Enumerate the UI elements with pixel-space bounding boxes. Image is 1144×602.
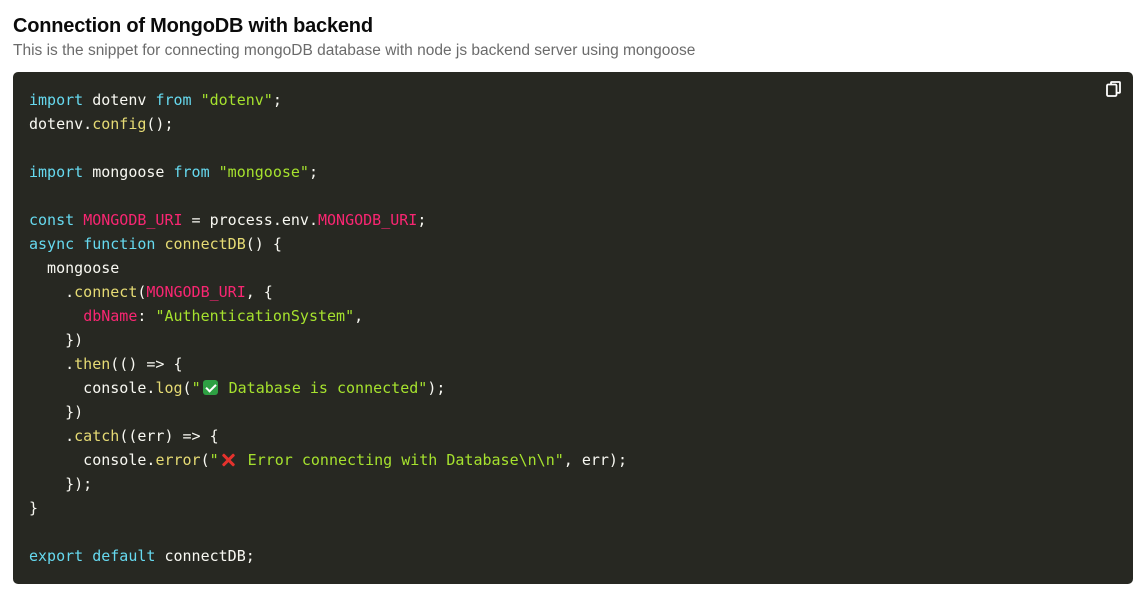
code-token: then xyxy=(74,355,111,373)
code-token: } xyxy=(29,499,39,517)
code-token: "dotenv" xyxy=(200,91,273,109)
code-token: , { xyxy=(245,283,273,301)
code-token: from xyxy=(173,163,210,181)
code-token: Database is connected" xyxy=(219,379,428,397)
check-mark-icon xyxy=(202,380,218,395)
code-token: () { xyxy=(245,235,282,253)
code-line: dbName: "AuthenticationSystem", xyxy=(29,304,627,328)
code-token: . xyxy=(29,283,75,301)
code-token: : xyxy=(137,307,156,325)
code-line: mongoose xyxy=(29,256,627,280)
code-line: console.error(" Error connecting with Da… xyxy=(29,448,627,472)
code-token: ; xyxy=(272,91,282,109)
code-panel[interactable]: import dotenv from "dotenv"; dotenv.confi… xyxy=(13,72,1133,584)
code-token: = process.env. xyxy=(182,211,318,229)
code-line: console.log(" Database is connected"); xyxy=(29,376,627,400)
code-token: dotenv. xyxy=(29,115,93,133)
code-token: . xyxy=(29,427,75,445)
code-token: }); xyxy=(29,475,93,493)
code-line: async function connectDB() { xyxy=(29,232,627,256)
code-block[interactable]: import dotenv from "dotenv"; dotenv.confi… xyxy=(29,88,627,568)
code-line: .then(() => { xyxy=(29,352,627,376)
code-token: MONGODB_URI xyxy=(83,211,183,229)
snippet-title: Connection of MongoDB with backend xyxy=(13,15,373,37)
code-token: import xyxy=(29,91,84,109)
code-line: .catch((err) => { xyxy=(29,424,627,448)
code-token: console. xyxy=(29,451,156,469)
code-token: dotenv xyxy=(83,91,156,109)
code-token: connectDB xyxy=(164,235,246,253)
code-token: console. xyxy=(29,379,156,397)
code-token: , xyxy=(354,307,364,325)
code-token: connectDB; xyxy=(155,547,255,565)
code-line: }) xyxy=(29,328,627,352)
cross-mark-icon xyxy=(221,452,236,467)
code-token: ; xyxy=(417,211,427,229)
code-token: MONGODB_URI xyxy=(318,211,418,229)
code-token: . xyxy=(29,355,75,373)
code-token: (() => { xyxy=(110,355,183,373)
code-token: , err); xyxy=(563,451,627,469)
code-line: }); xyxy=(29,472,627,496)
copy-button[interactable] xyxy=(1105,80,1123,98)
code-token: }) xyxy=(29,331,84,349)
code-line: import mongoose from "mongoose"; xyxy=(29,160,627,184)
code-line: } xyxy=(29,496,627,520)
code-token: config xyxy=(92,115,147,133)
code-token: default xyxy=(92,547,156,565)
code-line: dotenv.config(); xyxy=(29,112,627,136)
code-token: const xyxy=(29,211,75,229)
code-token: export xyxy=(29,547,84,565)
code-token: connect xyxy=(74,283,138,301)
code-token: ( xyxy=(200,451,210,469)
code-token: async xyxy=(29,235,75,253)
code-token: catch xyxy=(74,427,120,445)
code-token: ( xyxy=(182,379,192,397)
code-token: error xyxy=(155,451,201,469)
code-line: export default connectDB; xyxy=(29,544,627,568)
copy-icon xyxy=(1105,80,1123,98)
code-token: dbName xyxy=(83,307,138,325)
code-line: import dotenv from "dotenv"; xyxy=(29,88,627,112)
snippet-description: This is the snippet for connecting mongo… xyxy=(13,42,696,59)
code-token: ((err) => { xyxy=(119,427,219,445)
code-token: }) xyxy=(29,403,84,421)
code-token: Error connecting with Database\n\n" xyxy=(238,451,564,469)
code-line: .connect(MONGODB_URI, { xyxy=(29,280,627,304)
code-token: "mongoose" xyxy=(218,163,309,181)
code-token: ; xyxy=(308,163,318,181)
code-token: log xyxy=(155,379,183,397)
code-line: const MONGODB_URI = process.env.MONGODB_… xyxy=(29,208,627,232)
code-token: function xyxy=(83,235,156,253)
code-token: MONGODB_URI xyxy=(146,283,246,301)
snippet-card: Connection of MongoDB with backend This … xyxy=(13,14,1133,584)
code-token: (); xyxy=(146,115,174,133)
code-token: from xyxy=(155,91,192,109)
code-token: "AuthenticationSystem" xyxy=(155,307,355,325)
code-token: ); xyxy=(427,379,446,397)
code-token: import xyxy=(29,163,84,181)
code-token: " xyxy=(209,451,219,469)
code-token: mongoose xyxy=(29,259,120,277)
code-token: " xyxy=(191,379,201,397)
code-line: }) xyxy=(29,400,627,424)
code-token: mongoose xyxy=(83,163,174,181)
